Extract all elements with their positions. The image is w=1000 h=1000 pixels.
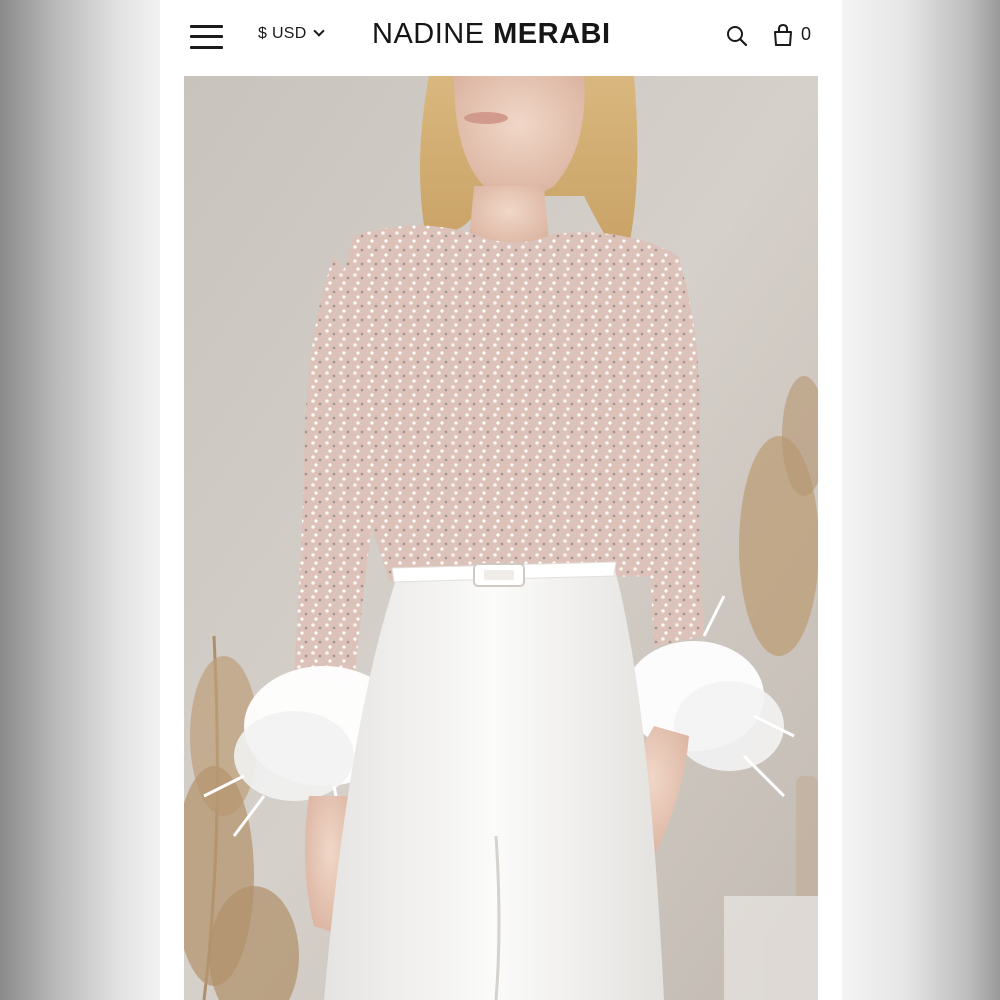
currency-label: $ USD — [258, 25, 307, 42]
cart-count[interactable]: 0 — [801, 24, 811, 45]
product-image[interactable] — [184, 76, 818, 1000]
currency-selector[interactable]: $ USD — [258, 25, 325, 47]
brand-name-first: NADINE — [372, 18, 485, 50]
shopping-bag-icon — [774, 23, 792, 46]
brand-name-second: MERABI — [493, 18, 611, 50]
left-backdrop — [0, 0, 160, 1000]
right-backdrop — [842, 0, 1000, 1000]
hamburger-line — [190, 35, 223, 38]
product-photo-illustration — [184, 76, 818, 1000]
chevron-down-icon — [312, 25, 325, 37]
menu-button[interactable] — [190, 22, 224, 52]
phone-screen: $ USD NADINE MERABI 0 — [160, 0, 842, 1000]
hamburger-menu-icon — [190, 25, 223, 28]
search-button[interactable] — [726, 25, 748, 47]
site-header: $ USD NADINE MERABI 0 — [160, 0, 842, 74]
search-icon — [727, 26, 748, 47]
hamburger-line — [190, 46, 223, 49]
brand-logo[interactable]: NADINE MERABI — [372, 18, 611, 54]
cart-button[interactable] — [772, 23, 794, 47]
